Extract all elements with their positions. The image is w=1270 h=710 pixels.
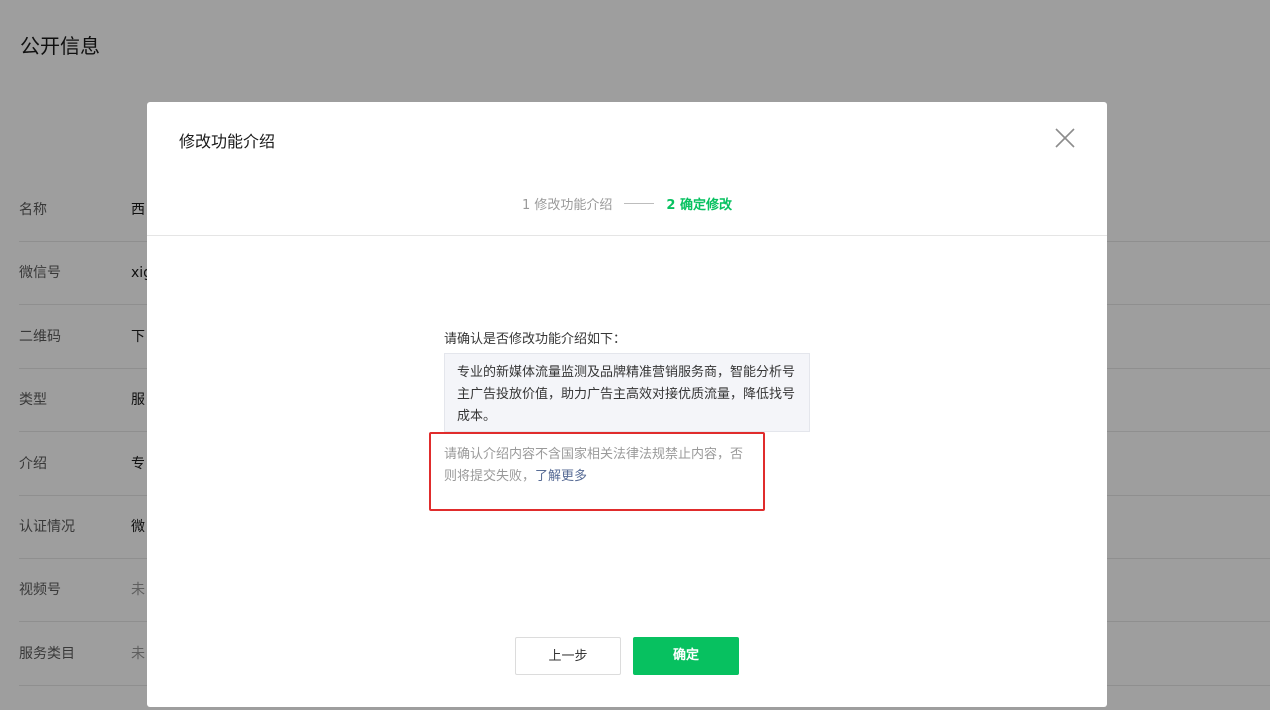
previous-step-button[interactable]: 上一步 (515, 637, 621, 675)
intro-text: 专业的新媒体流量监测及品牌精准营销服务商，智能分析号主广告投放价值，助力广告主高… (457, 365, 796, 424)
step-connector (624, 203, 655, 204)
learn-more-link[interactable]: 了解更多 (535, 469, 587, 484)
intro-preview: 专业的新媒体流量监测及品牌精准营销服务商，智能分析号主广告投放价值，助力广告主高… (444, 353, 810, 432)
step-1: 1 修改功能介绍 (522, 198, 613, 213)
confirm-label: 请确认是否修改功能介绍如下： (444, 332, 627, 347)
header-divider (147, 235, 1107, 236)
step-2: 2 确定修改 (666, 198, 732, 213)
edit-intro-dialog: 修改功能介绍 1 修改功能介绍 2 确定修改 请确认是否修改功能介绍如下： 专业的… (147, 102, 1107, 707)
close-icon[interactable] (1053, 126, 1077, 150)
dialog-title: 修改功能介绍 (179, 132, 276, 151)
warning-notice: 请确认介绍内容不含国家相关法律法规禁止内容，否则将提交失败，了解更多 (429, 432, 765, 511)
warning-text: 请确认介绍内容不含国家相关法律法规禁止内容，否则将提交失败， (444, 447, 744, 484)
step-indicator: 1 修改功能介绍 2 确定修改 (147, 194, 1107, 213)
confirm-button[interactable]: 确定 (633, 637, 739, 675)
